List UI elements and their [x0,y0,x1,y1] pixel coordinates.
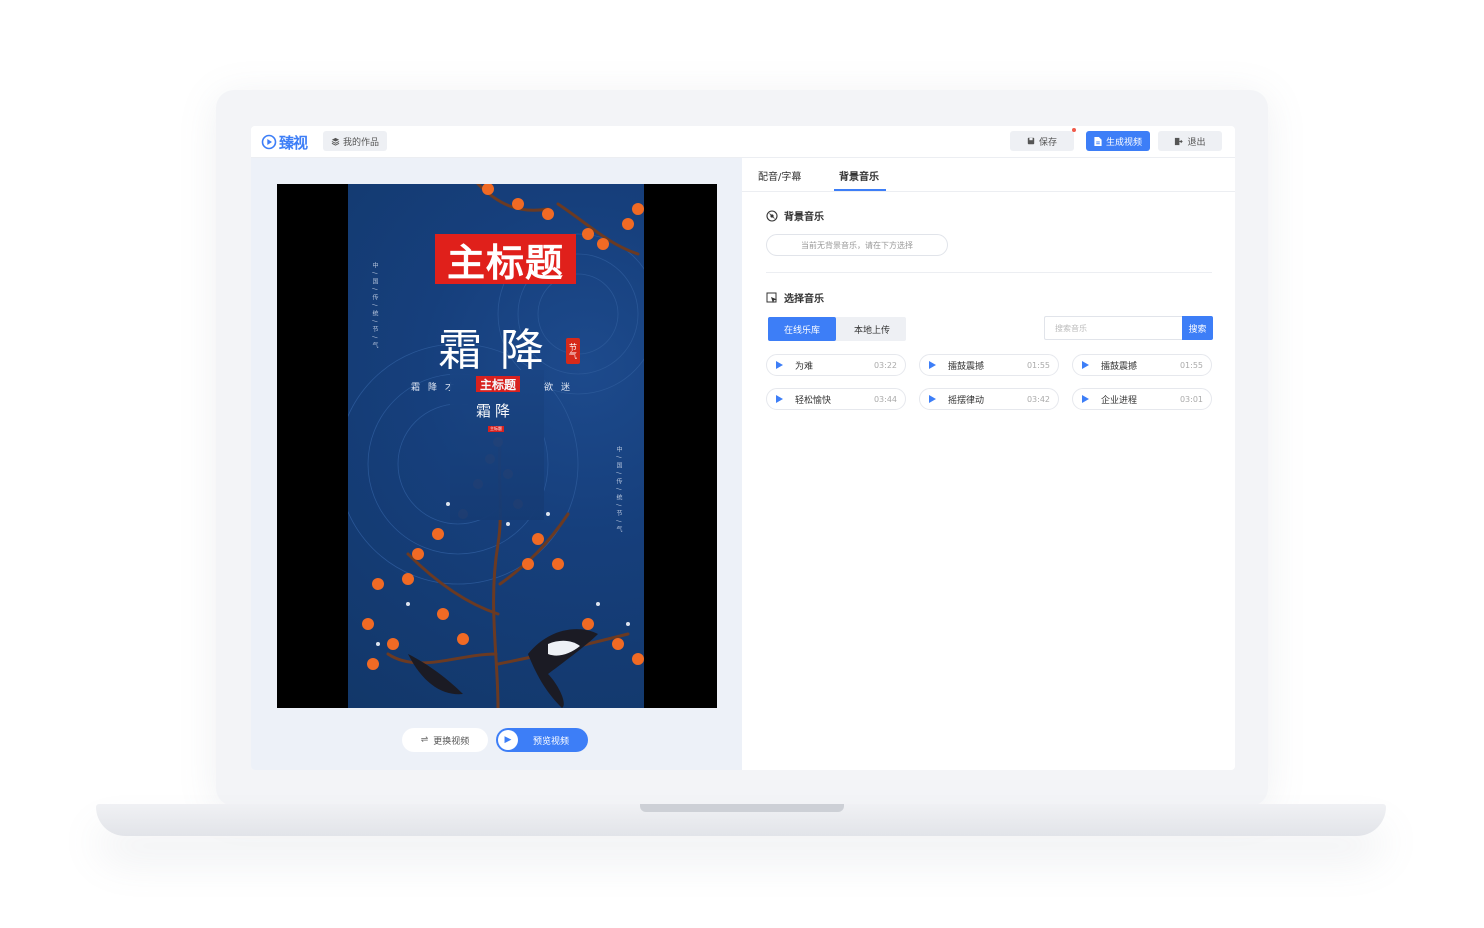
track-duration: 03:22 [873,360,897,370]
play-icon[interactable] [929,361,936,369]
replace-video-label: 更换视频 [433,736,470,747]
poster-nested-preview: 主标题 霜降 主标题 [450,370,544,520]
track-name: 轻松愉快 [795,395,832,406]
poster-vertical-text-right: 中/国/传/统/节/气 [615,446,622,537]
logo[interactable]: 臻视 [261,132,308,152]
cursor-select-icon [766,292,777,303]
generate-video-label: 生成视频 [1105,137,1142,148]
video-preview[interactable]: 主标题 霜降 节气 霜降才 欲迷 中/国/传/统/节/气 中/国/传/统/节/气… [277,184,717,708]
track-name: 擂鼓震撼 [1101,361,1138,372]
track-duration: 03:01 [1179,394,1203,404]
track-name: 擂鼓震撼 [948,361,985,372]
panel-tabs: 配音/字幕 背景音乐 [742,158,1235,192]
poster-line-right: 欲迷 [544,383,579,393]
music-search-input[interactable]: 搜索音乐 [1044,316,1182,340]
track-duration: 01:55 [1179,360,1203,370]
tab-online-library[interactable]: 在线乐库 [768,317,836,341]
section-divider [766,272,1212,273]
music-source-tabs: 在线乐库 本地上传 [768,317,906,341]
poster-big-text: 霜降 [438,325,562,376]
save-button[interactable]: 保存 [1010,131,1074,151]
preview-video-label: 预览视频 [533,736,570,747]
select-music-header: 选择音乐 [766,290,824,305]
play-icon[interactable] [776,395,783,403]
track-duration: 01:55 [1026,360,1050,370]
logout-icon [1175,137,1184,145]
poster-inner-small: 主标题 [488,426,504,432]
tab-background-music[interactable]: 背景音乐 [839,168,879,183]
save-label: 保存 [1038,137,1057,148]
track-item[interactable]: 轻松愉快 03:44 [766,388,906,410]
notification-dot [1072,128,1076,132]
no-music-placeholder: 当前无背景音乐，请在下方选择 [766,234,948,256]
app-window: 臻视 我的作品 保存 生成视频 退出 主标题 霜降 节气 霜降才 欲迷 中/国/… [251,126,1235,770]
logo-text: 臻视 [279,133,308,152]
play-icon[interactable] [929,395,936,403]
exit-label: 退出 [1187,137,1206,148]
exit-button[interactable]: 退出 [1158,131,1222,151]
poster-inner-title: 主标题 [476,376,520,392]
search-button[interactable]: 搜索 [1182,316,1213,340]
layers-icon [331,137,340,146]
document-icon [1094,136,1102,146]
poster-image: 主标题 霜降 节气 霜降才 欲迷 中/国/传/统/节/气 中/国/传/统/节/气… [348,184,644,708]
laptop-notch [640,804,844,812]
tab-dubbing-subtitles[interactable]: 配音/字幕 [758,168,801,183]
bg-music-title: 背景音乐 [784,212,824,223]
tab-local-upload[interactable]: 本地上传 [838,317,906,341]
poster-vertical-text-left: 中/国/传/统/节/气 [371,262,378,353]
generate-video-button[interactable]: 生成视频 [1086,131,1150,151]
track-item[interactable]: 为难 03:22 [766,354,906,376]
save-icon [1027,137,1035,145]
track-name: 摇摆律动 [948,395,985,406]
my-works-label: 我的作品 [342,137,379,148]
play-icon[interactable] [1082,361,1089,369]
my-works-button[interactable]: 我的作品 [323,131,387,151]
preview-video-button[interactable]: ▶ 预览视频 [496,728,588,752]
editor-area: 主标题 霜降 节气 霜降才 欲迷 中/国/传/统/节/气 中/国/传/统/节/气… [251,158,742,770]
track-item[interactable]: 企业进程 03:01 [1072,388,1212,410]
play-icon[interactable] [1082,395,1089,403]
editor-controls: ⇌ 更换视频 ▶ 预览视频 [401,728,741,752]
track-item[interactable]: 摇摆律动 03:42 [919,388,1059,410]
poster-main-title: 主标题 [435,234,576,285]
active-tab-indicator [834,189,886,191]
select-music-title: 选择音乐 [784,294,824,305]
replace-video-button[interactable]: ⇌ 更换视频 [402,728,488,752]
music-disc-icon [766,209,778,222]
play-icon: ▶ [498,730,518,750]
play-logo-icon [261,134,277,150]
track-name: 为难 [795,361,814,372]
bg-music-header: 背景音乐 [766,208,824,223]
poster-seal: 节气 [566,338,580,364]
settings-panel: 配音/字幕 背景音乐 背景音乐 当前无背景音乐，请在下方选择 选择音乐 在线乐库… [742,158,1235,770]
poster-inner-big: 霜降 [476,402,515,420]
track-duration: 03:42 [1026,394,1050,404]
track-item[interactable]: 擂鼓震撼 01:55 [1072,354,1212,376]
swap-icon: ⇌ [420,735,429,745]
track-duration: 03:44 [873,394,897,404]
play-icon[interactable] [776,361,783,369]
track-item[interactable]: 擂鼓震撼 01:55 [919,354,1059,376]
top-bar: 臻视 我的作品 保存 生成视频 退出 [251,126,1235,158]
track-name: 企业进程 [1101,395,1138,406]
